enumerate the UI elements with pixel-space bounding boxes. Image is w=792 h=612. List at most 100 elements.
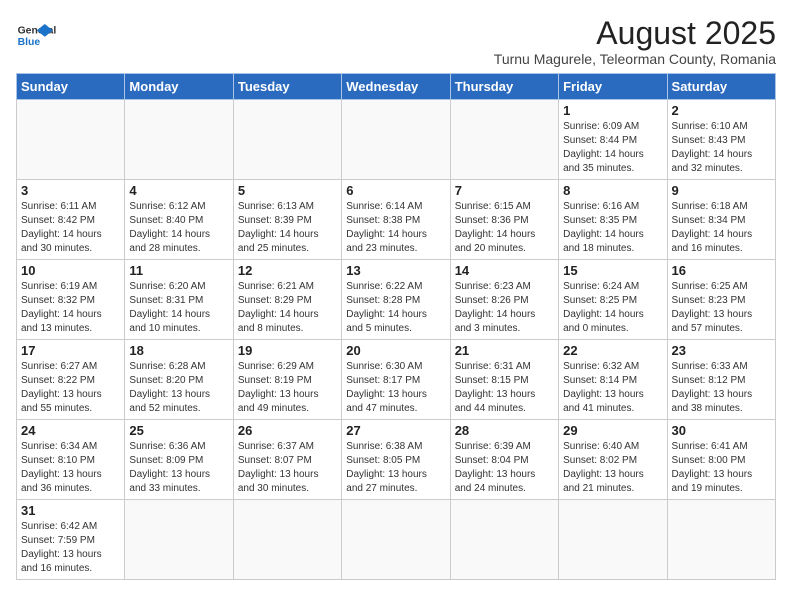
day-info: Sunrise: 6:11 AM Sunset: 8:42 PM Dayligh…: [21, 200, 120, 256]
calendar-cell: 12 Sunrise: 6:21 AM Sunset: 8:29 PM Dayli…: [233, 260, 341, 340]
calendar-cell: 7Sunrise: 6:15 AM Sunset: 8:36 PM Daylig…: [450, 180, 558, 260]
day-info: Sunrise: 6:36 AM Sunset: 8:09 PM Dayligh…: [129, 440, 228, 496]
calendar-cell: [559, 500, 667, 580]
day-number: 13: [346, 263, 445, 278]
day-number: 22: [563, 343, 662, 358]
calendar-cell: [450, 500, 558, 580]
day-number: 17: [21, 343, 120, 358]
day-number: 20: [346, 343, 445, 358]
weekday-header-monday: Monday: [125, 74, 233, 100]
logo: General Blue: [16, 16, 56, 56]
weekday-header-thursday: Thursday: [450, 74, 558, 100]
calendar-cell: 20 Sunrise: 6:30 AM Sunset: 8:17 PM Dayli…: [342, 340, 450, 420]
day-number: 28: [455, 423, 554, 438]
generalblue-logo-icon: General Blue: [16, 16, 56, 56]
day-info: Sunrise: 6:23 AM Sunset: 8:26 PM Dayligh…: [455, 280, 554, 336]
day-info: Sunrise: 6:13 AM Sunset: 8:39 PM Dayligh…: [238, 200, 337, 256]
calendar-cell: 10 Sunrise: 6:19 AM Sunset: 8:32 PM Dayli…: [17, 260, 125, 340]
day-info: Sunrise: 6:25 AM Sunset: 8:23 PM Dayligh…: [672, 280, 771, 336]
calendar-week-row: 3 Sunrise: 6:11 AM Sunset: 8:42 PM Daylig…: [17, 180, 776, 260]
day-number: 12: [238, 263, 337, 278]
day-number: 14: [455, 263, 554, 278]
day-info: Sunrise: 6:28 AM Sunset: 8:20 PM Dayligh…: [129, 360, 228, 416]
day-number: 16: [672, 263, 771, 278]
day-info: Sunrise: 6:18 AM Sunset: 8:34 PM Dayligh…: [672, 200, 771, 256]
day-number: 11: [129, 263, 228, 278]
calendar-cell: 15Sunrise: 6:24 AM Sunset: 8:25 PM Dayli…: [559, 260, 667, 340]
day-info: Sunrise: 6:31 AM Sunset: 8:15 PM Dayligh…: [455, 360, 554, 416]
calendar-cell: [125, 500, 233, 580]
title-block: August 2025 Turnu Magurele, Teleorman Co…: [494, 16, 776, 67]
calendar-cell: 21 Sunrise: 6:31 AM Sunset: 8:15 PM Dayli…: [450, 340, 558, 420]
day-number: 7: [455, 183, 554, 198]
day-info: Sunrise: 6:22 AM Sunset: 8:28 PM Dayligh…: [346, 280, 445, 336]
day-number: 30: [672, 423, 771, 438]
calendar-cell: [233, 100, 341, 180]
calendar-cell: [233, 500, 341, 580]
day-info: Sunrise: 6:09 AM Sunset: 8:44 PM Dayligh…: [563, 120, 662, 176]
day-info: Sunrise: 6:14 AM Sunset: 8:38 PM Dayligh…: [346, 200, 445, 256]
day-info: Sunrise: 6:40 AM Sunset: 8:02 PM Dayligh…: [563, 440, 662, 496]
weekday-header-wednesday: Wednesday: [342, 74, 450, 100]
calendar-cell: 8Sunrise: 6:16 AM Sunset: 8:35 PM Daylig…: [559, 180, 667, 260]
calendar-week-row: 10 Sunrise: 6:19 AM Sunset: 8:32 PM Dayli…: [17, 260, 776, 340]
calendar-cell: 23 Sunrise: 6:33 AM Sunset: 8:12 PM Dayli…: [667, 340, 775, 420]
day-info: Sunrise: 6:21 AM Sunset: 8:29 PM Dayligh…: [238, 280, 337, 336]
calendar-cell: [125, 100, 233, 180]
calendar-cell: 28 Sunrise: 6:39 AM Sunset: 8:04 PM Dayli…: [450, 420, 558, 500]
calendar-cell: 26Sunrise: 6:37 AM Sunset: 8:07 PM Dayli…: [233, 420, 341, 500]
calendar-cell: 27 Sunrise: 6:38 AM Sunset: 8:05 PM Dayli…: [342, 420, 450, 500]
day-info: Sunrise: 6:32 AM Sunset: 8:14 PM Dayligh…: [563, 360, 662, 416]
day-info: Sunrise: 6:19 AM Sunset: 8:32 PM Dayligh…: [21, 280, 120, 336]
day-info: Sunrise: 6:24 AM Sunset: 8:25 PM Dayligh…: [563, 280, 662, 336]
calendar-cell: 6Sunrise: 6:14 AM Sunset: 8:38 PM Daylig…: [342, 180, 450, 260]
day-number: 24: [21, 423, 120, 438]
day-number: 3: [21, 183, 120, 198]
calendar-cell: [342, 500, 450, 580]
day-info: Sunrise: 6:33 AM Sunset: 8:12 PM Dayligh…: [672, 360, 771, 416]
calendar-week-row: 24Sunrise: 6:34 AM Sunset: 8:10 PM Dayli…: [17, 420, 776, 500]
calendar-cell: 13 Sunrise: 6:22 AM Sunset: 8:28 PM Dayli…: [342, 260, 450, 340]
calendar-cell: 24Sunrise: 6:34 AM Sunset: 8:10 PM Dayli…: [17, 420, 125, 500]
day-number: 25: [129, 423, 228, 438]
day-info: Sunrise: 6:42 AM Sunset: 7:59 PM Dayligh…: [21, 520, 120, 576]
calendar-header: SundayMondayTuesdayWednesdayThursdayFrid…: [17, 74, 776, 100]
day-number: 5: [238, 183, 337, 198]
calendar-table: SundayMondayTuesdayWednesdayThursdayFrid…: [16, 73, 776, 580]
calendar-cell: 2Sunrise: 6:10 AM Sunset: 8:43 PM Daylig…: [667, 100, 775, 180]
day-info: Sunrise: 6:39 AM Sunset: 8:04 PM Dayligh…: [455, 440, 554, 496]
day-info: Sunrise: 6:38 AM Sunset: 8:05 PM Dayligh…: [346, 440, 445, 496]
day-number: 29: [563, 423, 662, 438]
day-info: Sunrise: 6:30 AM Sunset: 8:17 PM Dayligh…: [346, 360, 445, 416]
calendar-week-row: 17 Sunrise: 6:27 AM Sunset: 8:22 PM Dayli…: [17, 340, 776, 420]
calendar-cell: 17 Sunrise: 6:27 AM Sunset: 8:22 PM Dayli…: [17, 340, 125, 420]
calendar-cell: 29 Sunrise: 6:40 AM Sunset: 8:02 PM Dayli…: [559, 420, 667, 500]
day-number: 27: [346, 423, 445, 438]
day-number: 10: [21, 263, 120, 278]
calendar-week-row: 1Sunrise: 6:09 AM Sunset: 8:44 PM Daylig…: [17, 100, 776, 180]
calendar-cell: [342, 100, 450, 180]
day-number: 18: [129, 343, 228, 358]
header: General Blue August 2025 Turnu Magurele,…: [16, 16, 776, 67]
calendar-cell: 14 Sunrise: 6:23 AM Sunset: 8:26 PM Dayli…: [450, 260, 558, 340]
calendar-body: 1Sunrise: 6:09 AM Sunset: 8:44 PM Daylig…: [17, 100, 776, 580]
day-number: 19: [238, 343, 337, 358]
calendar-cell: 1Sunrise: 6:09 AM Sunset: 8:44 PM Daylig…: [559, 100, 667, 180]
weekday-header-row: SundayMondayTuesdayWednesdayThursdayFrid…: [17, 74, 776, 100]
calendar-cell: [450, 100, 558, 180]
day-info: Sunrise: 6:27 AM Sunset: 8:22 PM Dayligh…: [21, 360, 120, 416]
day-number: 2: [672, 103, 771, 118]
calendar-cell: 9Sunrise: 6:18 AM Sunset: 8:34 PM Daylig…: [667, 180, 775, 260]
day-number: 4: [129, 183, 228, 198]
day-info: Sunrise: 6:41 AM Sunset: 8:00 PM Dayligh…: [672, 440, 771, 496]
day-number: 23: [672, 343, 771, 358]
day-number: 21: [455, 343, 554, 358]
calendar-cell: 25 Sunrise: 6:36 AM Sunset: 8:09 PM Dayli…: [125, 420, 233, 500]
day-number: 31: [21, 503, 120, 518]
day-number: 8: [563, 183, 662, 198]
calendar-cell: 18 Sunrise: 6:28 AM Sunset: 8:20 PM Dayli…: [125, 340, 233, 420]
day-info: Sunrise: 6:12 AM Sunset: 8:40 PM Dayligh…: [129, 200, 228, 256]
weekday-header-friday: Friday: [559, 74, 667, 100]
calendar-cell: 31 Sunrise: 6:42 AM Sunset: 7:59 PM Dayli…: [17, 500, 125, 580]
calendar-cell: 22 Sunrise: 6:32 AM Sunset: 8:14 PM Dayli…: [559, 340, 667, 420]
